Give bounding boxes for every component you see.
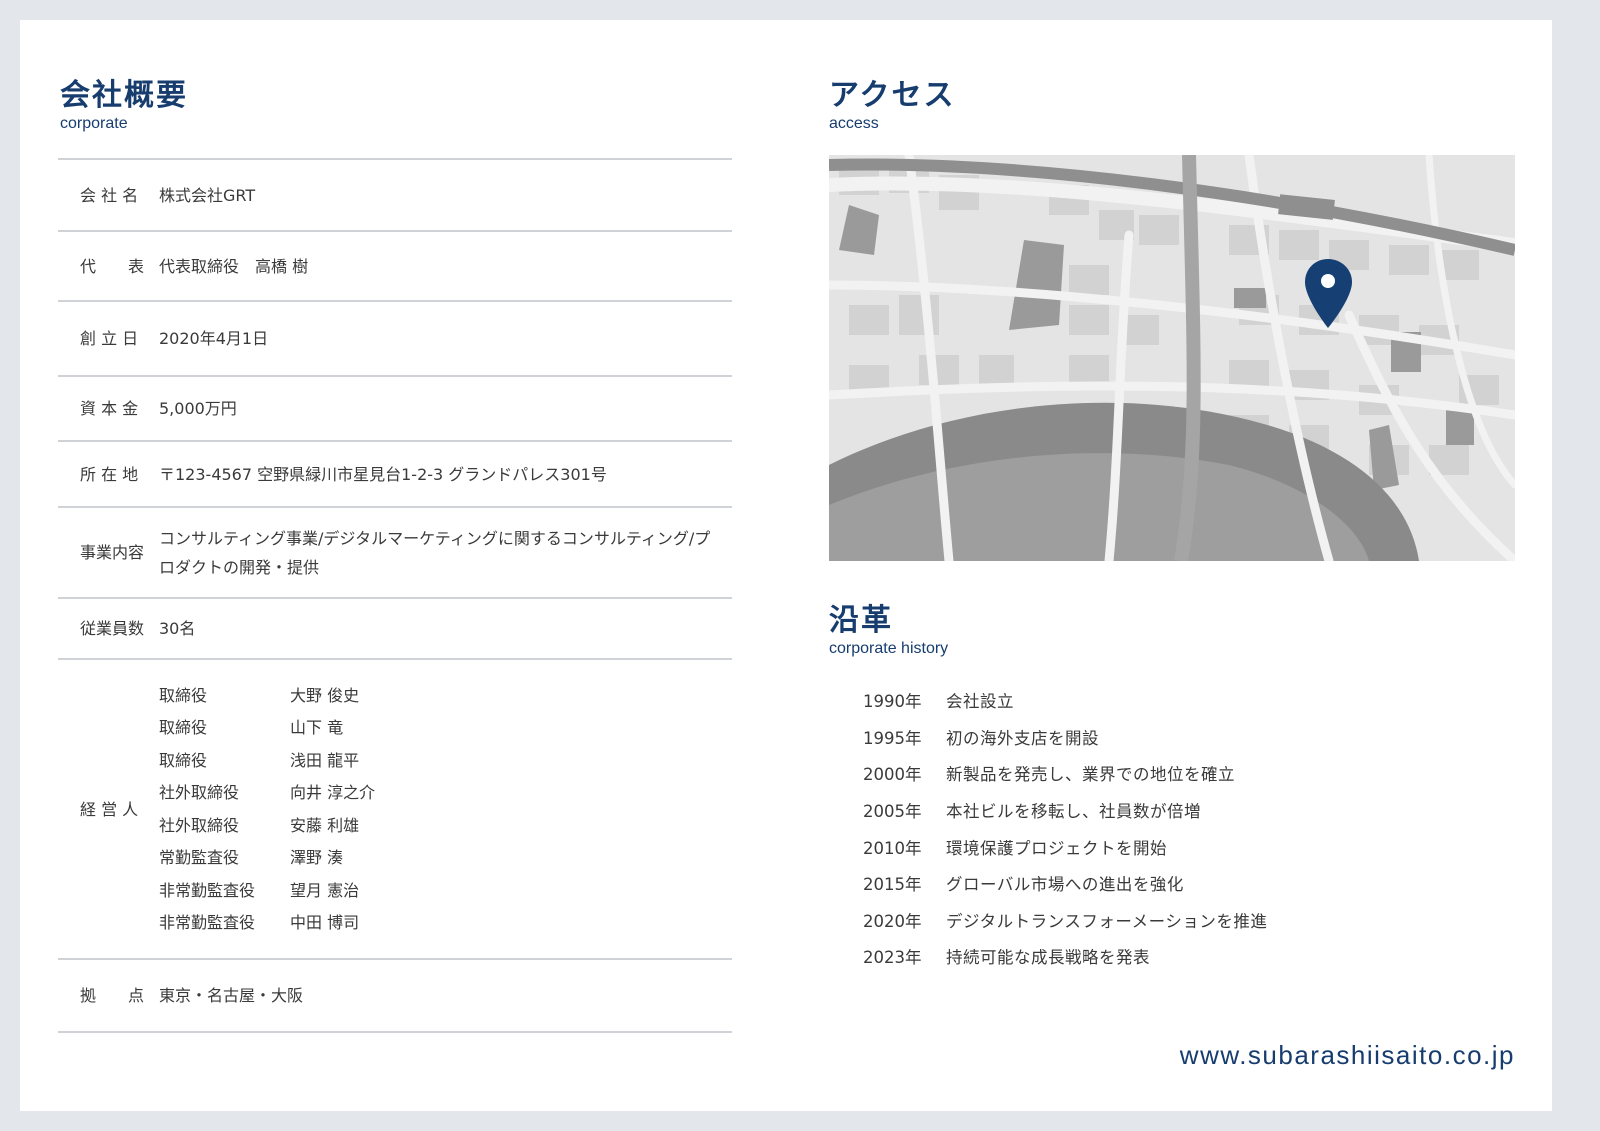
history-heading: 沿革 corporate history <box>829 603 948 658</box>
row-label: 事業内容 <box>80 543 145 562</box>
website-url[interactable]: www.subarashiisaito.co.jp <box>1180 1040 1515 1071</box>
officer-role: 取締役 <box>159 750 208 770</box>
corporate-title: 会社概要 <box>60 78 188 113</box>
corporate-subtitle: corporate <box>60 115 128 132</box>
officer-role: 取締役 <box>159 718 208 738</box>
history-event: 会社設立 <box>946 692 1014 712</box>
list-item: 2000年 新製品を発売し、業界での地位を確立 <box>863 755 1267 792</box>
table-row-officers: 経 営 人 取締役 大野 俊史 取締役 山下 竜 取締役 浅田 龍平 社外取締役… <box>58 658 732 958</box>
officer-role: 非常勤監査役 <box>159 913 256 933</box>
row-label: 創 立 日 <box>80 329 139 348</box>
history-event: グローバル市場への進出を強化 <box>946 875 1184 895</box>
access-heading: アクセス access <box>829 78 956 133</box>
list-item: 2023年 持続可能な成長戦略を発表 <box>863 938 1267 975</box>
list-item: 2010年 環境保護プロジェクトを開始 <box>863 828 1267 865</box>
history-year: 2020年 <box>863 911 922 931</box>
access-title: アクセス <box>829 78 956 113</box>
row-label: 代 表 <box>80 256 145 276</box>
row-value: 2020年4月1日 <box>159 329 269 348</box>
history-subtitle: corporate history <box>829 640 949 657</box>
officer-name: 澤野 湊 <box>290 848 344 868</box>
row-value: コンサルティング事業/デジタルマーケティングに関するコンサルティング/プロダクト… <box>159 528 711 577</box>
list-item: 1995年 初の海外支店を開設 <box>863 719 1267 756</box>
history-year: 1995年 <box>863 728 922 748</box>
row-label: 資 本 金 <box>80 399 139 418</box>
corporate-info-table: 会 社 名 株式会社GRT 代 表 代表取締役 高橋 樹 創 立 日 2020年… <box>58 158 732 1033</box>
officer-role: 取締役 <box>159 685 208 705</box>
row-label: 従業員数 <box>80 619 145 638</box>
table-row: 事業内容 コンサルティング事業/デジタルマーケティングに関するコンサルティング/… <box>58 506 732 597</box>
officer-name: 安藤 利雄 <box>290 815 360 835</box>
row-value: 株式会社GRT <box>159 185 256 205</box>
officers-list: 取締役 大野 俊史 取締役 山下 竜 取締役 浅田 龍平 社外取締役 向井 淳之… <box>159 681 732 938</box>
officer-name: 浅田 龍平 <box>290 750 360 770</box>
history-event: 持続可能な成長戦略を発表 <box>946 948 1150 968</box>
officer-name: 向井 淳之介 <box>290 783 376 803</box>
history-title: 沿革 <box>829 603 893 638</box>
officer-role: 社外取締役 <box>159 815 240 835</box>
officer-role: 社外取締役 <box>159 783 240 803</box>
row-value: 東京・名古屋・大阪 <box>159 986 304 1005</box>
list-item: 2020年 デジタルトランスフォーメーションを推進 <box>863 902 1267 939</box>
list-item: 2015年 グローバル市場への進出を強化 <box>863 865 1267 902</box>
history-event: 新製品を発売し、業界での地位を確立 <box>946 765 1235 785</box>
row-value: 30名 <box>159 619 196 638</box>
row-label: 拠 点 <box>80 986 145 1005</box>
access-map <box>829 155 1515 561</box>
history-list: 1990年 会社設立 1995年 初の海外支店を開設 2000年 新製品を発売し… <box>863 682 1267 975</box>
history-year: 2005年 <box>863 802 922 822</box>
row-label: 経 営 人 <box>80 799 139 819</box>
row-label: 会 社 名 <box>80 185 139 205</box>
table-row: 資 本 金 5,000万円 <box>58 375 732 440</box>
table-row: 拠 点 東京・名古屋・大阪 <box>58 958 732 1033</box>
row-label: 所 在 地 <box>80 464 139 484</box>
table-row: 従業員数 30名 <box>58 597 732 658</box>
history-year: 2010年 <box>863 838 922 858</box>
history-event: 初の海外支店を開設 <box>946 728 1099 748</box>
row-value: 〒123-4567 空野県緑川市星見台1-2-3 グランドパレス301号 <box>159 464 607 484</box>
history-year: 2015年 <box>863 875 922 895</box>
officer-role: 常勤監査役 <box>159 848 240 868</box>
list-item: 2005年 本社ビルを移転し、社員数が倍増 <box>863 792 1267 829</box>
officer-name: 山下 竜 <box>290 718 344 738</box>
officer-name: 中田 博司 <box>290 913 360 933</box>
officer-role: 非常勤監査役 <box>159 880 256 900</box>
table-row: 代 表 代表取締役 高橋 樹 <box>58 230 732 300</box>
list-item: 1990年 会社設立 <box>863 682 1267 719</box>
row-value: 代表取締役 高橋 樹 <box>159 256 309 276</box>
map-illustration <box>829 155 1515 561</box>
row-value: 5,000万円 <box>159 399 237 418</box>
history-event: 環境保護プロジェクトを開始 <box>946 838 1167 858</box>
history-year: 2023年 <box>863 948 922 968</box>
officer-name: 望月 憲治 <box>290 880 360 900</box>
history-year: 1990年 <box>863 692 922 712</box>
history-year: 2000年 <box>863 765 922 785</box>
officer-name: 大野 俊史 <box>290 685 360 705</box>
table-row: 所 在 地 〒123-4567 空野県緑川市星見台1-2-3 グランドパレス30… <box>58 440 732 506</box>
table-row: 創 立 日 2020年4月1日 <box>58 300 732 375</box>
company-profile-sheet: 会社概要 corporate 会 社 名 株式会社GRT 代 表 代表取締役 高… <box>20 20 1552 1111</box>
table-row: 会 社 名 株式会社GRT <box>58 158 732 230</box>
corporate-heading: 会社概要 corporate <box>60 78 188 133</box>
history-event: デジタルトランスフォーメーションを推進 <box>946 911 1268 931</box>
history-event: 本社ビルを移転し、社員数が倍増 <box>946 802 1201 822</box>
access-subtitle: access <box>829 115 879 132</box>
